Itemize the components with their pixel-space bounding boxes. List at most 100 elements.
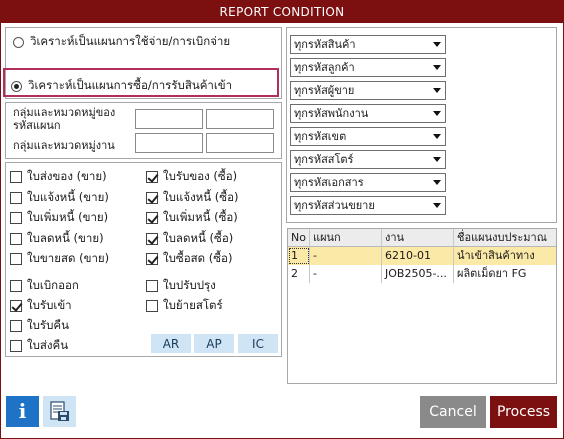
radio-spending-plan-label: วิเคราะห์เป็นแผนการใช้จ่าย/การเบิกจ่าย	[30, 34, 231, 48]
column-header-no[interactable]: No	[288, 229, 310, 247]
radio-spending-plan[interactable]: วิเคราะห์เป็นแผนการใช้จ่าย/การเบิกจ่าย	[13, 33, 230, 51]
cancel-button[interactable]: Cancel	[420, 396, 486, 428]
chevron-down-icon	[433, 111, 441, 116]
chk-store-transfer[interactable]: ใบย้ายสโตร์	[146, 297, 223, 315]
chk-adjustment[interactable]: ใบปรับปรุง	[146, 277, 216, 295]
dept-group-to-input[interactable]	[206, 109, 274, 129]
chk-purchase-receipt-label: ใบรับของ (ซื้อ)	[163, 169, 238, 183]
radio-purchase-plan-indicator[interactable]	[11, 80, 22, 92]
chk-cash-sale-label: ใบขายสด (ขาย)	[27, 251, 110, 265]
customer-code-dropdown[interactable]: ทุกรหัสลูกค้า	[290, 58, 446, 77]
process-button[interactable]: Process	[490, 396, 557, 428]
chk-sales-credit-note-label: ใบลดหนี้ (ขาย)	[27, 231, 104, 245]
row-plan-name: ผลิตเม็ดยา FG	[457, 267, 527, 280]
chk-sales-debit-note-label: ใบเพิ่มหนี้ (ขาย)	[27, 210, 109, 224]
row-dept: -	[310, 265, 382, 283]
chk-receive-return-label: ใบรับคืน	[27, 318, 69, 332]
chk-receive-in-box[interactable]	[10, 300, 22, 312]
customer-code-value: ทุกรหัสลูกค้า	[294, 61, 355, 74]
chk-cash-purchase-label: ใบซื้อสด (ซื้อ)	[163, 251, 233, 265]
chk-sales-credit-note[interactable]: ใบลดหนี้ (ขาย)	[10, 230, 104, 248]
chevron-down-icon	[433, 134, 441, 139]
chevron-down-icon	[433, 203, 441, 208]
ap-button[interactable]: AP	[194, 334, 234, 353]
chk-sales-debit-note-box[interactable]	[10, 212, 22, 224]
chk-sales-invoice[interactable]: ใบแจ้งหนี้ (ขาย)	[10, 189, 109, 207]
chk-sales-debit-note[interactable]: ใบเพิ่มหนี้ (ขาย)	[10, 209, 108, 227]
chk-purchase-debit-note-label: ใบเพิ่มหนี้ (ซื้อ)	[163, 210, 238, 224]
dept-group-label: กลุ่มและหมวดหมู่ของ รหัสแผนก	[13, 106, 115, 132]
chk-issue-out-box[interactable]	[10, 280, 22, 292]
chk-sales-delivery-box[interactable]	[10, 171, 22, 183]
zone-code-value: ทุกรหัสเขต	[294, 130, 347, 143]
chk-purchase-invoice-label: ใบแจ้งหนี้ (ซื้อ)	[163, 190, 239, 204]
chk-purchase-receipt[interactable]: ใบรับของ (ซื้อ)	[146, 168, 237, 186]
radio-purchase-plan[interactable]: วิเคราะห์เป็นแผนการซื้อ/การรับสินค้าเข้า	[11, 77, 232, 95]
column-header-dept[interactable]: แผนก	[310, 229, 382, 247]
budget-plan-table[interactable]: No แผนก งาน ชื่อแผนงบประมาณ 1 - 6210-01 …	[287, 228, 557, 384]
radio-spending-plan-indicator[interactable]	[13, 36, 24, 48]
group-filter-panel: กลุ่มและหมวดหมู่ของ รหัสแผนก กลุ่มและหมว…	[5, 102, 282, 159]
table-row[interactable]: 2 - JOB2505-... ผลิตเม็ดยา FG	[288, 265, 556, 283]
chk-cash-purchase[interactable]: ใบซื้อสด (ซื้อ)	[146, 250, 232, 268]
row-no: 2	[288, 265, 310, 283]
product-code-dropdown[interactable]: ทุกรหัสสินค้า	[290, 35, 446, 54]
chk-adjustment-box[interactable]	[146, 280, 158, 292]
radio-purchase-plan-label: วิเคราะห์เป็นแผนการซื้อ/การรับสินค้าเข้า	[28, 78, 233, 92]
row-job: JOB2505-...	[382, 265, 454, 283]
export-button[interactable]	[43, 396, 76, 427]
chk-purchase-receipt-box[interactable]	[146, 171, 158, 183]
chk-receive-return-box[interactable]	[10, 320, 22, 332]
filter-panel	[286, 27, 557, 223]
chk-cash-sale-box[interactable]	[10, 253, 22, 265]
chk-cash-purchase-box[interactable]	[146, 253, 158, 265]
chk-issue-out-label: ใบเบิกออก	[27, 278, 79, 292]
salesperson-code-dropdown[interactable]: ทุกรหัสผู้ขาย	[290, 81, 446, 100]
chk-purchase-credit-note[interactable]: ใบลดหนี้ (ซื้อ)	[146, 230, 233, 248]
store-code-dropdown[interactable]: ทุกรหัสสโตร์	[290, 150, 446, 169]
column-header-job[interactable]: งาน	[382, 229, 454, 247]
chk-sales-invoice-box[interactable]	[10, 192, 22, 204]
dept-group-from-input[interactable]	[135, 109, 203, 129]
extension-code-dropdown[interactable]: ทุกรหัสส่วนขยาย	[290, 196, 446, 215]
chk-cash-sale[interactable]: ใบขายสด (ขาย)	[10, 250, 109, 268]
chk-purchase-debit-note-box[interactable]	[146, 212, 158, 224]
chk-receive-in-label: ใบรับเข้า	[27, 298, 72, 312]
job-group-from-input[interactable]	[135, 133, 203, 153]
chk-send-return-box[interactable]	[10, 340, 22, 352]
chk-purchase-credit-note-box[interactable]	[146, 233, 158, 245]
ic-button[interactable]: IC	[238, 334, 278, 353]
chk-issue-out[interactable]: ใบเบิกออก	[10, 277, 79, 295]
employee-code-value: ทุกรหัสพนักงาน	[294, 107, 369, 120]
column-header-plan-name[interactable]: ชื่อแผนงบประมาณ	[454, 229, 556, 247]
chevron-down-icon	[433, 42, 441, 47]
chk-purchase-invoice[interactable]: ใบแจ้งหนี้ (ซื้อ)	[146, 189, 238, 207]
chk-store-transfer-label: ใบย้ายสโตร์	[163, 298, 223, 312]
chevron-down-icon	[433, 157, 441, 162]
ar-button[interactable]: AR	[151, 334, 191, 353]
chk-receive-in[interactable]: ใบรับเข้า	[10, 297, 72, 315]
info-button[interactable]: i	[6, 396, 39, 427]
document-code-dropdown[interactable]: ทุกรหัสเอกสาร	[290, 173, 446, 192]
chk-purchase-invoice-box[interactable]	[146, 192, 158, 204]
dept-group-label-line2: รหัสแผนก	[13, 119, 61, 132]
employee-code-dropdown[interactable]: ทุกรหัสพนักงาน	[290, 104, 446, 123]
chevron-down-icon	[433, 65, 441, 70]
chk-purchase-debit-note[interactable]: ใบเพิ่มหนี้ (ซื้อ)	[146, 209, 238, 227]
info-icon: i	[18, 399, 27, 423]
report-condition-window: REPORT CONDITION วิเคราะห์เป็นแผนการใช้จ…	[0, 0, 564, 439]
job-group-label: กลุ่มและหมวดหมู่งาน	[13, 139, 115, 152]
chk-sales-invoice-label: ใบแจ้งหนี้ (ขาย)	[27, 190, 109, 204]
salesperson-code-value: ทุกรหัสผู้ขาย	[294, 84, 355, 97]
job-group-to-input[interactable]	[206, 133, 274, 153]
dept-group-label-line1: กลุ่มและหมวดหมู่ของ	[13, 106, 116, 119]
chk-send-return[interactable]: ใบส่งคืน	[10, 337, 68, 355]
chk-receive-return[interactable]: ใบรับคืน	[10, 317, 69, 335]
chk-store-transfer-box[interactable]	[146, 300, 158, 312]
chk-sales-delivery[interactable]: ใบส่งของ (ขาย)	[10, 168, 107, 186]
chk-sales-credit-note-box[interactable]	[10, 233, 22, 245]
chk-sales-delivery-label: ใบส่งของ (ขาย)	[27, 169, 107, 183]
zone-code-dropdown[interactable]: ทุกรหัสเขต	[290, 127, 446, 146]
table-row[interactable]: 1 - 6210-01 นำเข้าสินค้าทาง	[288, 247, 556, 265]
chevron-down-icon	[433, 180, 441, 185]
